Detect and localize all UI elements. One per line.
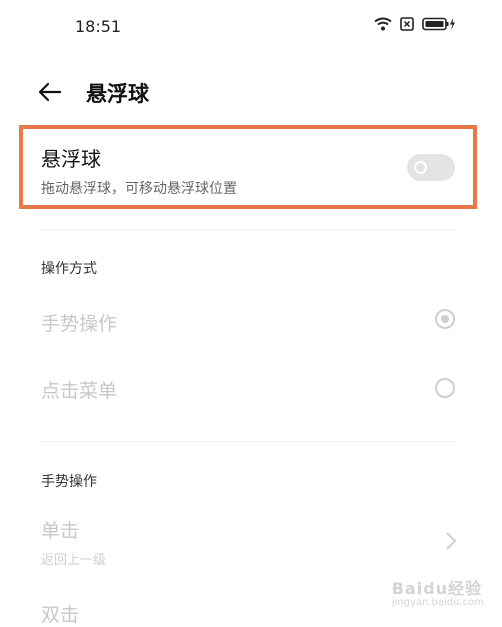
page-title: 悬浮球 (86, 82, 149, 106)
gesture-single-tap-label[interactable]: 单击 (41, 516, 79, 543)
floating-ball-toggle[interactable] (407, 154, 455, 181)
watermark-url: jingyan.baidu.com (391, 597, 484, 608)
status-icons (374, 17, 456, 31)
sim-blocked-icon (400, 17, 414, 31)
back-button[interactable] (36, 78, 64, 106)
radio-click-menu[interactable] (435, 378, 455, 398)
wifi-icon (374, 17, 392, 31)
floating-ball-title: 悬浮球 (41, 147, 101, 171)
option-click-menu-label[interactable]: 点击菜单 (41, 376, 117, 403)
battery-charging-icon (422, 17, 455, 31)
gesture-double-tap-label[interactable]: 双击 (41, 600, 79, 627)
gesture-single-tap-value: 返回上一级 (41, 553, 107, 568)
toggle-knob (414, 161, 427, 174)
section-label-operation-mode: 操作方式 (41, 261, 97, 277)
baidu-watermark: Baidu经验 jingyan.baidu.com (392, 575, 484, 608)
divider (41, 229, 457, 230)
radio-selected-dot (441, 315, 449, 323)
divider (41, 441, 457, 442)
radio-gesture[interactable] (435, 309, 455, 329)
chevron-right-icon[interactable] (444, 530, 458, 552)
back-arrow-icon (38, 82, 62, 102)
watermark-text: Baidu经验 (391, 579, 483, 598)
floating-ball-description: 拖动悬浮球，可移动悬浮球位置 (41, 181, 237, 197)
status-time: 18:51 (75, 17, 122, 36)
section-label-gesture-operations: 手势操作 (41, 474, 97, 490)
option-gesture-label[interactable]: 手势操作 (41, 309, 117, 336)
